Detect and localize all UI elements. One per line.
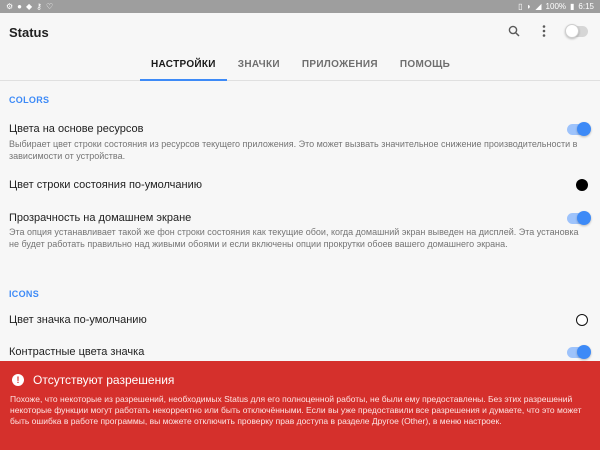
color-swatch[interactable] xyxy=(576,314,588,326)
setting-contrast-icon-colors[interactable]: Контрастные цвета значка xyxy=(0,342,600,362)
system-status-bar: ⚙ ● ◆ ⚷ ♡ ▯ ◗ ◢ 100% ▮ 6:15 xyxy=(0,0,600,13)
app-bar: Status НАСТРОЙКИ ЗНАЧКИ ПРИЛОЖЕНИЯ ПОМОЩ… xyxy=(0,13,600,81)
setting-description: Выбирает цвет строки состояния из ресурс… xyxy=(9,139,578,161)
more-vert-icon xyxy=(542,25,546,37)
setting-resource-colors[interactable]: Цвета на основе ресурсов Выбирает цвет с… xyxy=(0,119,600,163)
shield-icon: ◆ xyxy=(26,1,33,11)
home-transparency-toggle[interactable] xyxy=(567,211,591,225)
tab-label: НАСТРОЙКИ xyxy=(151,59,216,70)
tab-label: ПОМОЩЬ xyxy=(399,59,451,70)
missing-permissions-banner[interactable]: ! Отсутствуют разрешения Похоже, что нек… xyxy=(0,361,600,450)
settings-cog-icon: ⚙ xyxy=(6,1,14,11)
contrast-icon-toggle[interactable] xyxy=(567,345,591,359)
setting-home-transparency[interactable]: Прозрачность на домашнем экране Эта опци… xyxy=(0,208,600,264)
tab-apps[interactable]: ПРИЛОЖЕНИЯ xyxy=(291,59,389,81)
system-icons: ▯ ◗ ◢ 100% ▮ 6:15 xyxy=(518,2,594,11)
key-icon: ⚷ xyxy=(36,1,43,11)
heart-check-icon: ♡ xyxy=(46,1,54,11)
clock: 6:15 xyxy=(578,2,594,11)
setting-title: Цвет значка по-умолчанию xyxy=(9,314,147,326)
tab-label: ЗНАЧКИ xyxy=(237,59,280,70)
search-button[interactable] xyxy=(506,23,522,39)
setting-title: Прозрачность на домашнем экране xyxy=(9,212,192,224)
color-swatch[interactable] xyxy=(576,179,588,191)
battery-level: 100% xyxy=(545,2,567,11)
setting-default-statusbar-color[interactable]: Цвет строки состояния по-умолчанию xyxy=(0,174,600,198)
vibrate-icon: ▯ xyxy=(518,1,523,11)
setting-title: Цвет строки состояния по-умолчанию xyxy=(9,179,202,191)
overflow-menu-button[interactable] xyxy=(536,23,552,39)
section-header-icons: ICONS xyxy=(9,289,40,299)
tab-bar: НАСТРОЙКИ ЗНАЧКИ ПРИЛОЖЕНИЯ ПОМОЩЬ xyxy=(140,59,461,81)
tab-icons[interactable]: ЗНАЧКИ xyxy=(227,59,291,81)
search-icon xyxy=(508,25,520,37)
setting-title: Цвета на основе ресурсов xyxy=(9,123,144,135)
error-icon: ! xyxy=(12,374,24,386)
tab-help[interactable]: ПОМОЩЬ xyxy=(389,59,461,81)
signal-icon: ◢ xyxy=(535,1,542,11)
drop-icon: ● xyxy=(17,1,23,11)
notification-icons: ⚙ ● ◆ ⚷ ♡ xyxy=(6,1,54,11)
app-title: Status xyxy=(9,25,49,40)
switch-knob xyxy=(565,23,579,38)
app-bar-actions xyxy=(506,23,588,39)
setting-title: Контрастные цвета значка xyxy=(9,346,145,358)
toggle-knob xyxy=(577,211,591,225)
wifi-icon: ◗ xyxy=(526,1,532,11)
banner-title: Отсутствуют разрешения xyxy=(33,373,175,387)
section-header-colors: COLORS xyxy=(9,95,50,105)
tab-label: ПРИЛОЖЕНИЯ xyxy=(301,59,378,70)
battery-icon: ▮ xyxy=(570,1,575,11)
setting-default-icon-color[interactable]: Цвет значка по-умолчанию xyxy=(0,310,600,334)
service-master-switch[interactable] xyxy=(565,23,588,38)
setting-description: Эта опция устанавливает такой же фон стр… xyxy=(9,227,579,249)
tab-settings[interactable]: НАСТРОЙКИ xyxy=(140,59,227,81)
toggle-knob xyxy=(577,122,591,136)
resource-colors-toggle[interactable] xyxy=(567,122,591,136)
settings-list: COLORS Цвета на основе ресурсов Выбирает… xyxy=(0,82,600,362)
banner-message: Похоже, что некоторые из разрешений, нео… xyxy=(10,394,582,426)
toggle-knob xyxy=(577,345,591,359)
